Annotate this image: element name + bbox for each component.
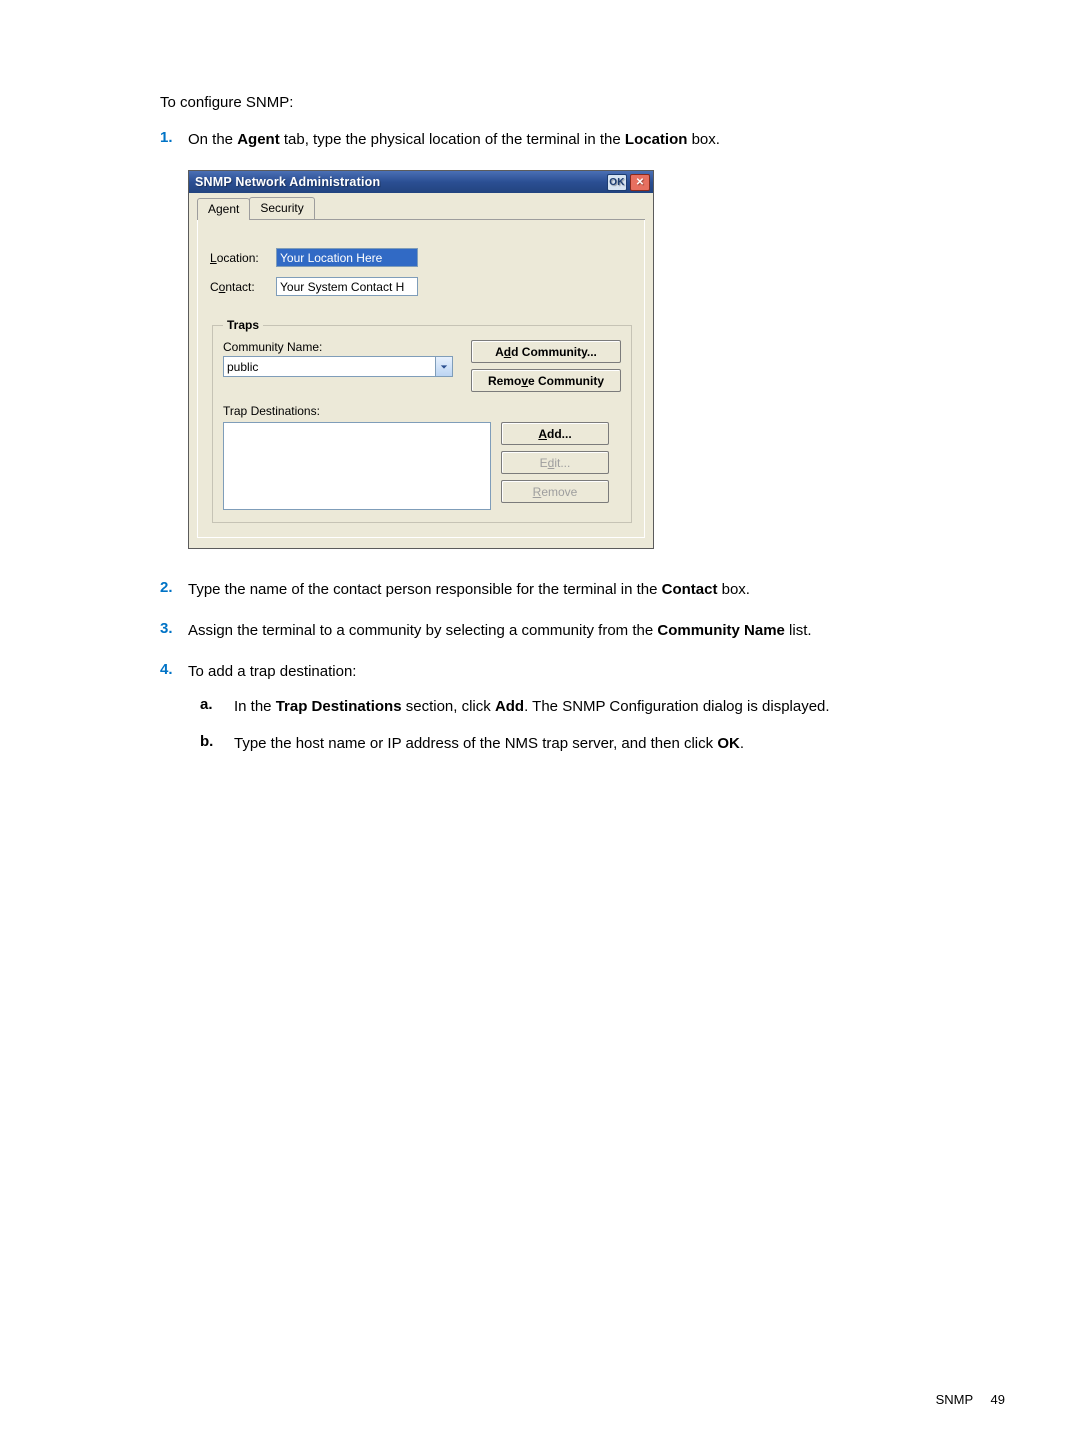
- step-number: 2.: [160, 579, 188, 600]
- titlebar-ok-button[interactable]: OK: [607, 174, 627, 191]
- step-4b-text: Type the host name or IP address of the …: [234, 733, 1005, 756]
- substep-letter: b.: [200, 733, 234, 756]
- close-icon[interactable]: ✕: [630, 174, 650, 191]
- page-number: 49: [991, 1392, 1005, 1407]
- step-2-text: Type the name of the contact person resp…: [188, 579, 1005, 600]
- tab-security[interactable]: Security: [249, 197, 314, 219]
- remove-community-button[interactable]: Remove Community: [471, 369, 621, 392]
- dialog-titlebar: SNMP Network Administration OK ✕: [189, 171, 653, 193]
- community-name-label: Community Name:: [223, 340, 471, 354]
- step-1-text: On the Agent tab, type the physical loca…: [188, 129, 1005, 150]
- step-4-text: To add a trap destination:: [188, 661, 1005, 682]
- trap-destinations-list[interactable]: [223, 422, 491, 510]
- location-input[interactable]: Your Location Here: [276, 248, 418, 267]
- trap-destinations-label: Trap Destinations:: [223, 404, 621, 418]
- edit-button[interactable]: Edit...: [501, 451, 609, 474]
- tab-agent[interactable]: Agent: [197, 198, 250, 220]
- chevron-down-icon[interactable]: [435, 356, 453, 377]
- add-button[interactable]: Add...: [501, 422, 609, 445]
- step-3-text: Assign the terminal to a community by se…: [188, 620, 1005, 641]
- footer-section: SNMP: [936, 1392, 973, 1407]
- snmp-dialog-screenshot: SNMP Network Administration OK ✕ Agent S…: [188, 170, 1005, 549]
- community-name-select[interactable]: public: [223, 356, 453, 377]
- tab-strip: Agent Security: [197, 197, 645, 220]
- contact-input[interactable]: Your System Contact H: [276, 277, 418, 296]
- dialog-title-text: SNMP Network Administration: [195, 175, 380, 189]
- page-footer: SNMP 49: [936, 1392, 1005, 1407]
- traps-group: Traps Community Name: public: [212, 318, 632, 523]
- step-number: 4.: [160, 661, 188, 682]
- step-4a-text: In the Trap Destinations section, click …: [234, 696, 1005, 719]
- add-community-button[interactable]: Add Community...: [471, 340, 621, 363]
- remove-button[interactable]: Remove: [501, 480, 609, 503]
- step-number: 1.: [160, 129, 188, 150]
- contact-label: Contact:: [210, 280, 276, 294]
- location-label: Location:: [210, 251, 276, 265]
- community-name-value: public: [223, 356, 435, 377]
- traps-legend: Traps: [223, 318, 263, 332]
- substep-letter: a.: [200, 696, 234, 719]
- step-number: 3.: [160, 620, 188, 641]
- intro-text: To configure SNMP:: [160, 94, 1005, 111]
